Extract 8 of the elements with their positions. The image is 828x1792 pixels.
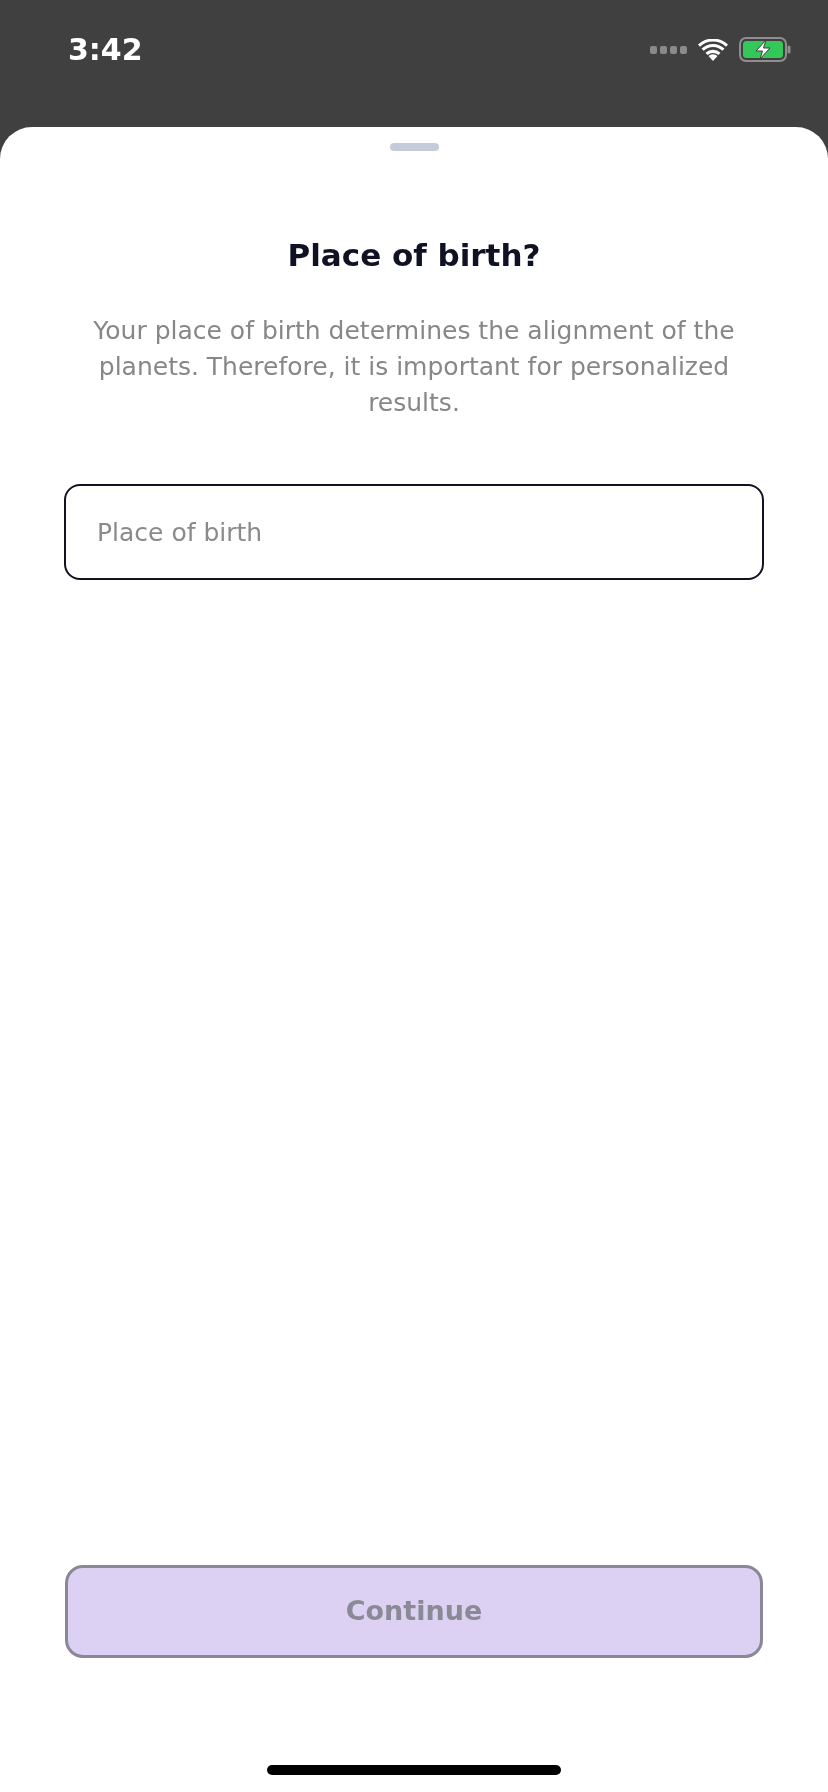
sheet-title: Place of birth? xyxy=(287,237,541,273)
signal-icon xyxy=(650,45,687,54)
sheet-description: Your place of birth determines the alignment of the planets. Therefore, it is important for personalized results. xyxy=(92,315,736,419)
status-time: 3:42 xyxy=(68,31,143,69)
place-of-birth-field[interactable]: Place of birth xyxy=(64,484,764,580)
wifi-icon xyxy=(698,38,728,61)
battery-charging-icon xyxy=(739,37,791,62)
sheet-handle[interactable] xyxy=(389,143,439,151)
